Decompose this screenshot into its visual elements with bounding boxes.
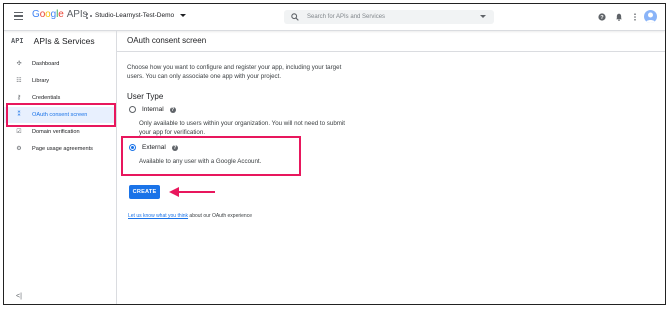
avatar[interactable] [644,10,657,23]
help-icon[interactable]: ? [169,106,176,113]
sidebar-item-dashboard[interactable]: ✣ Dashboard [4,56,116,72]
sidebar-item-label: Dashboard [32,61,60,67]
sidebar: API APIs & Services ✣ Dashboard ☷ Librar… [4,31,117,304]
sidebar-item-label: Library [32,78,50,84]
internal-radio[interactable] [129,106,136,113]
internal-option[interactable]: Internal ? [129,106,176,113]
annotation-highlight-sidebar [6,103,116,127]
divider [117,51,665,52]
logo-apis: APIs [66,9,88,20]
project-icon [86,12,92,19]
internal-description: Only available to users within your orga… [139,120,346,136]
user-type-heading: User Type [127,92,164,101]
sidebar-item-label: Domain verification [32,129,80,135]
checkbox-icon: ☑ [16,129,22,135]
internal-label: Internal [142,106,164,113]
project-name: Studio-Learnyst-Test-Demo [95,12,175,19]
search-input[interactable]: Search for APIs and Services [284,10,494,24]
google-apis-logo[interactable]: Google APIs [32,9,88,20]
top-bar: Google APIs Studio-Learnyst-Test-Demo Sea… [4,4,665,31]
page-title: OAuth consent screen [127,36,207,45]
logo-google: Google [32,9,64,20]
search-dropdown-icon[interactable] [480,15,486,18]
sidebar-header: API APIs & Services [11,36,95,46]
feedback-note: Let us know what you think about our OAu… [128,213,252,219]
sidebar-title: APIs & Services [33,36,95,46]
project-selector[interactable]: Studio-Learnyst-Test-Demo [86,12,187,19]
dashboard-icon: ✣ [16,61,22,67]
sidebar-item-label: Credentials [32,95,61,101]
api-badge: API [11,37,24,45]
annotation-arrow-icon [169,187,215,197]
create-button[interactable]: CREATE [129,185,160,199]
feedback-text: about our OAuth experience [188,213,252,219]
sidebar-item-library[interactable]: ☷ Library [4,73,116,89]
menu-icon[interactable] [14,12,23,21]
collapse-sidebar-icon[interactable]: <| [16,293,22,300]
annotation-highlight-external [121,136,301,176]
svg-text:?: ? [600,15,604,21]
library-icon: ☷ [16,78,22,84]
sidebar-item-page-usage-agreements[interactable]: ⚙ Page usage agreements [4,141,116,157]
notifications-icon[interactable] [615,13,623,21]
search-icon [291,13,299,21]
settings-list-icon: ⚙ [16,146,22,152]
app-window: Google APIs Studio-Learnyst-Test-Demo Sea… [3,3,666,305]
feedback-link[interactable]: Let us know what you think [128,213,188,219]
help-icon[interactable]: ? [598,13,606,21]
search-placeholder: Search for APIs and Services [307,14,386,20]
more-vert-icon[interactable] [631,13,639,21]
key-icon: ⚷ [16,95,22,101]
chevron-down-icon [180,14,187,17]
sidebar-item-label: Page usage agreements [32,146,93,152]
main-content: OAuth consent screen Choose how you want… [117,31,665,304]
intro-text: Choose how you want to configure and reg… [127,64,342,80]
